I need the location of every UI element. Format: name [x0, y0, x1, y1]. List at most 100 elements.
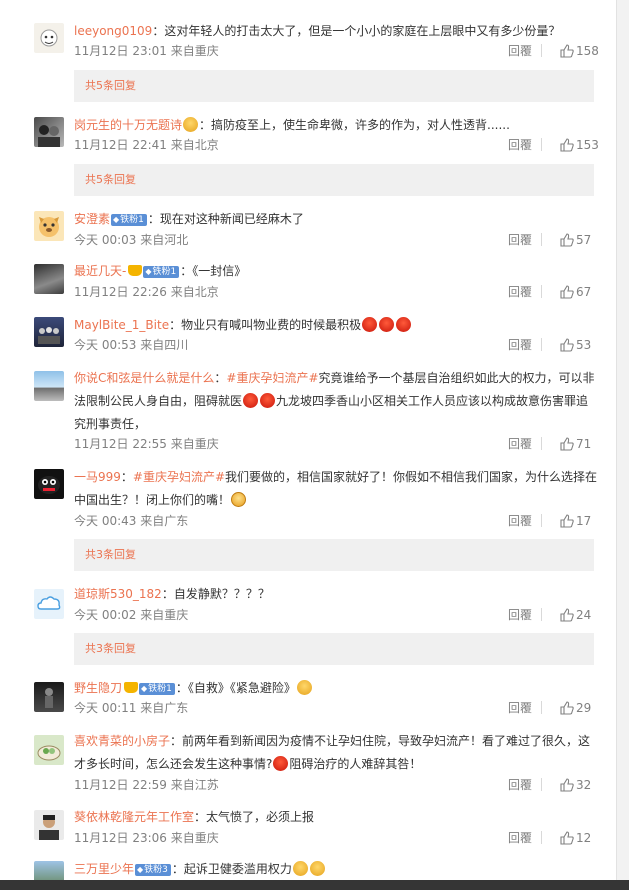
sweat-emoji-icon [296, 680, 312, 695]
comment-panel: leeyong0109：这对年轻人的打击太大了，但是一个小小的家庭在上层眼中又有… [0, 0, 616, 890]
reply-button[interactable]: 回覆 [508, 700, 532, 716]
like-icon[interactable] [559, 700, 575, 716]
comment-source: 来自重庆 [170, 831, 219, 845]
username-link[interactable]: 葵依林乾隆元年工作室 [74, 810, 194, 824]
user-avatar[interactable] [34, 735, 64, 765]
angry-emoji-icon [396, 317, 412, 332]
creature-avatar-icon [38, 476, 60, 494]
angry-emoji-icon [379, 317, 395, 332]
divider [541, 514, 542, 527]
cloud-avatar-icon [37, 596, 61, 610]
vip-crown-icon [124, 682, 139, 693]
user-avatar[interactable] [34, 117, 64, 147]
like-icon[interactable] [559, 337, 575, 353]
like-count: 71 [576, 437, 592, 451]
topic-link[interactable]: #重庆孕妇流产# [133, 470, 225, 484]
comment-source: 来自四川 [140, 338, 189, 352]
username-link[interactable]: 野生隐刀 [74, 681, 122, 695]
reply-button[interactable]: 回覆 [508, 513, 532, 529]
like-count: 17 [576, 514, 592, 528]
comment-meta: 11月12日 23:06 来自重庆 [74, 830, 219, 846]
like-icon[interactable] [559, 137, 575, 153]
username-link[interactable]: 喜欢青菜的小房子 [74, 734, 170, 748]
user-avatar[interactable] [34, 371, 64, 401]
comment-time: 今天 00:03 [74, 233, 137, 247]
user-avatar[interactable] [34, 317, 64, 347]
figure-avatar-icon [45, 688, 53, 708]
reply-button[interactable]: 回覆 [508, 137, 532, 153]
user-avatar[interactable] [34, 211, 64, 241]
portrait-avatar-icon [38, 125, 60, 147]
divider [541, 437, 542, 450]
comment-time: 11月12日 23:01 [74, 44, 167, 58]
reply-button[interactable]: 回覆 [508, 830, 532, 846]
reply-button[interactable]: 回覆 [508, 607, 532, 623]
like-count: 67 [576, 285, 592, 299]
comment-source: 来自重庆 [170, 44, 219, 58]
comment-text: 中国出生？！闭上你们的嘴！ [74, 489, 598, 511]
user-avatar[interactable] [34, 589, 64, 619]
comment-text: 三万里少年 ◆铁粉3 ：起诉卫健委滥用权力 [74, 858, 598, 880]
scrollbar[interactable] [616, 0, 629, 890]
group-avatar-icon [38, 327, 60, 344]
comment-time: 今天 00:11 [74, 701, 137, 715]
comment-text: 道琼斯530_182：自发静默？？？？ [74, 587, 270, 601]
fan-badge: ◆铁粉1 [111, 214, 147, 226]
comment-source: 来自北京 [170, 285, 219, 299]
username-link[interactable]: 岗元生的十万无题诗 [74, 118, 182, 132]
comment-text: 岗元生的十万无题诗 ：搞防疫至上，使生命卑微，许多的作为，对人性透背...... [74, 117, 510, 132]
hands-emoji-icon [309, 861, 325, 876]
bottom-bar [0, 880, 629, 890]
reply-button[interactable]: 回覆 [508, 232, 532, 248]
username-link[interactable]: 最近几天- [74, 264, 126, 278]
user-avatar[interactable] [34, 810, 64, 840]
comment-text: MaylBite_1_Bite：物业只有喊叫物业费的时候最积极 [74, 314, 598, 336]
username-link[interactable]: 三万里少年 [74, 862, 134, 876]
user-avatar[interactable] [34, 469, 64, 499]
comment-text: 最近几天- ◆铁粉1 ：《一封信》 [74, 264, 247, 278]
username-link[interactable]: MaylBite_1_Bite [74, 318, 169, 332]
angry-emoji-icon [243, 393, 259, 408]
more-replies-link[interactable]: 共5条回复 [74, 70, 594, 102]
like-icon[interactable] [559, 43, 575, 59]
username-link[interactable]: 道琼斯530_182 [74, 587, 162, 601]
like-count: 12 [576, 831, 592, 845]
reply-button[interactable]: 回覆 [508, 436, 532, 452]
user-avatar[interactable] [34, 23, 64, 53]
comment-text: 葵依林乾隆元年工作室：太气愤了，必须上报 [74, 810, 315, 824]
like-icon[interactable] [559, 607, 575, 623]
comment-meta: 今天 00:02 来自重庆 [74, 607, 188, 623]
like-count: 24 [576, 608, 592, 622]
like-icon[interactable] [559, 284, 575, 300]
comment-meta: 11月12日 23:01 来自重庆 [74, 43, 219, 59]
vip-crown-icon [128, 265, 143, 276]
more-replies-link[interactable]: 共5条回复 [74, 164, 594, 196]
comment-time: 11月12日 22:26 [74, 285, 167, 299]
cartoon-avatar-icon [40, 29, 58, 47]
comment-text: 一马999：#重庆孕妇流产#我们要做的，相信国家就好了！你假如不相信我们国家，为… [74, 470, 598, 484]
more-replies-link[interactable]: 共3条回复 [74, 539, 594, 571]
like-icon[interactable] [559, 513, 575, 529]
comment-time: 11月12日 22:59 [74, 778, 167, 792]
reply-button[interactable]: 回覆 [508, 337, 532, 353]
more-replies-link[interactable]: 共3条回复 [74, 633, 594, 665]
comment-source: 来自北京 [170, 138, 219, 152]
user-avatar[interactable] [34, 682, 64, 712]
reply-button[interactable]: 回覆 [508, 284, 532, 300]
like-count: 57 [576, 233, 592, 247]
like-icon[interactable] [559, 777, 575, 793]
comment-text: 究刑事责任， [74, 417, 147, 431]
reply-button[interactable]: 回覆 [508, 777, 532, 793]
like-icon[interactable] [559, 232, 575, 248]
angry-emoji-icon [273, 756, 289, 771]
reply-button[interactable]: 回覆 [508, 43, 532, 59]
username-link[interactable]: 你说C和弦是什么就是什么 [74, 371, 214, 385]
username-link[interactable]: 安澄素 [74, 212, 110, 226]
user-avatar[interactable] [34, 264, 64, 294]
username-link[interactable]: 一马999 [74, 470, 121, 484]
topic-link[interactable]: #重庆孕妇流产# [226, 371, 318, 385]
comment-source: 来自重庆 [170, 437, 219, 451]
username-link[interactable]: leeyong0109 [74, 24, 152, 38]
like-icon[interactable] [559, 830, 575, 846]
like-icon[interactable] [559, 436, 575, 452]
